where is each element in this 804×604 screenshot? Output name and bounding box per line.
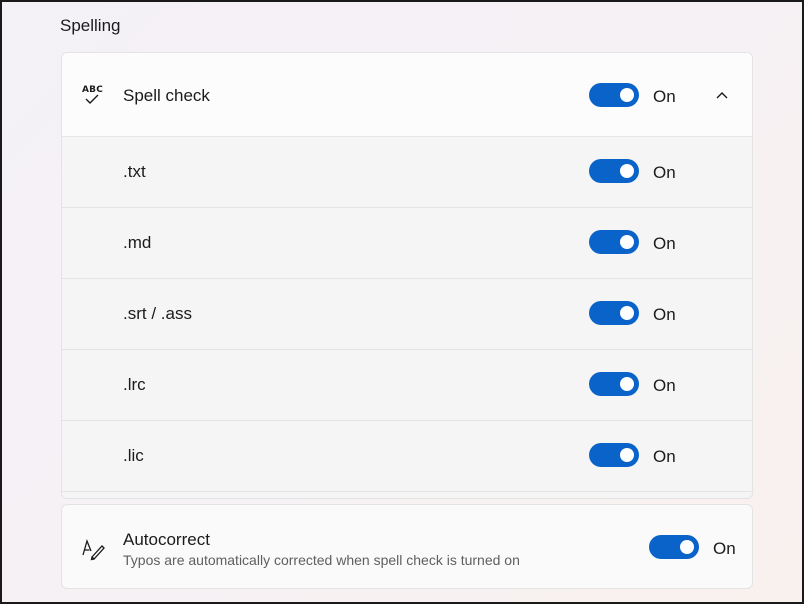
file-type-state: On — [653, 447, 676, 466]
toggle-knob — [620, 235, 634, 249]
toggle-knob — [620, 306, 634, 320]
toggle-knob — [620, 88, 634, 102]
file-type-toggle-srt-ass[interactable] — [589, 301, 639, 325]
spell-check-card: ABC Spell check On .txt On .md On .srt /… — [61, 52, 753, 499]
file-type-label: .txt — [123, 162, 146, 181]
file-type-state: On — [653, 163, 676, 182]
file-type-row-srt-ass: .srt / .ass On — [62, 279, 752, 350]
file-type-state: On — [653, 376, 676, 395]
file-type-row-txt: .txt On — [62, 137, 752, 208]
toggle-knob — [620, 164, 634, 178]
spell-check-state: On — [653, 87, 676, 106]
autocorrect-title: Autocorrect — [123, 530, 210, 549]
toggle-knob — [620, 377, 634, 391]
file-type-toggle-lic[interactable] — [589, 443, 639, 467]
spell-check-header-row[interactable]: ABC Spell check On — [62, 53, 752, 137]
file-type-label: .md — [123, 233, 152, 252]
file-type-row-partial — [62, 492, 752, 498]
autocorrect-toggle[interactable] — [649, 535, 699, 559]
spell-check-toggle[interactable] — [589, 83, 639, 107]
file-type-toggle-lrc[interactable] — [589, 372, 639, 396]
autocorrect-pen-icon — [80, 535, 106, 566]
toggle-knob — [680, 540, 694, 554]
file-type-label: .lrc — [123, 375, 146, 394]
file-type-row-lic: .lic On — [62, 421, 752, 492]
section-title-spelling: Spelling — [60, 16, 121, 35]
file-type-state: On — [653, 234, 676, 253]
toggle-knob — [620, 448, 634, 462]
file-type-row-md: .md On — [62, 208, 752, 279]
autocorrect-description: Typos are automatically corrected when s… — [123, 552, 520, 568]
file-type-toggle-txt[interactable] — [589, 159, 639, 183]
autocorrect-state: On — [713, 539, 736, 558]
file-type-state: On — [653, 305, 676, 324]
file-type-label: .lic — [123, 446, 144, 465]
file-type-label: .srt / .ass — [123, 304, 192, 323]
chevron-up-icon[interactable] — [708, 83, 736, 107]
file-type-toggle-md[interactable] — [589, 230, 639, 254]
spell-check-icon: ABC — [82, 85, 106, 107]
autocorrect-card: Autocorrect Typos are automatically corr… — [61, 504, 753, 589]
spell-check-label: Spell check — [123, 86, 210, 105]
file-type-row-lrc: .lrc On — [62, 350, 752, 421]
